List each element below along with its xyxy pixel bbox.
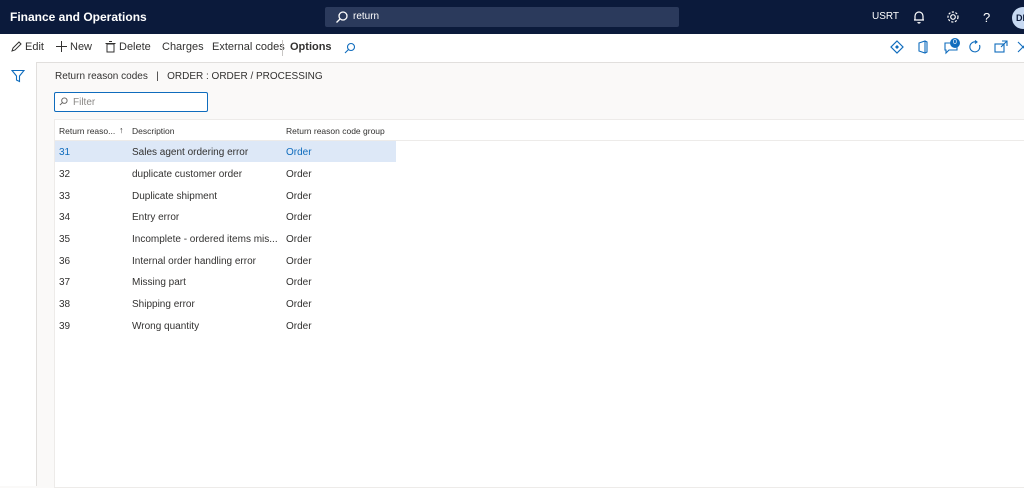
table-row[interactable]: 33 Duplicate shipment Order bbox=[55, 185, 396, 206]
return-reason-code-cell[interactable]: 35 bbox=[59, 234, 70, 245]
group-cell[interactable]: Order bbox=[286, 299, 312, 310]
notification-count-badge: 0 bbox=[950, 38, 960, 48]
table-row[interactable]: 31 Sales agent ordering error Order bbox=[55, 141, 396, 162]
bell-icon[interactable] bbox=[911, 9, 927, 25]
return-reason-codes-grid: Return reaso... ↑ Description Return rea… bbox=[54, 119, 1024, 488]
table-row[interactable]: 36 Internal order handling error Order bbox=[55, 250, 396, 271]
table-row[interactable]: 38 Shipping error Order bbox=[55, 293, 396, 314]
description-cell[interactable]: Wrong quantity bbox=[132, 321, 282, 332]
return-reason-code-cell[interactable]: 32 bbox=[59, 169, 70, 180]
trash-icon bbox=[105, 41, 116, 53]
description-cell[interactable]: duplicate customer order bbox=[132, 169, 282, 180]
pencil-icon bbox=[11, 41, 22, 52]
description-cell[interactable]: Incomplete - ordered items mis... bbox=[132, 234, 282, 245]
action-pane: Edit New Delete Charges External codes O… bbox=[0, 34, 1024, 63]
filter-input[interactable] bbox=[71, 94, 205, 110]
left-filter-rail bbox=[0, 62, 37, 486]
group-cell[interactable]: Order bbox=[286, 234, 312, 245]
edit-label: Edit bbox=[25, 41, 44, 53]
sort-ascending-icon[interactable]: ↑ bbox=[119, 125, 124, 135]
column-header-return-reason-code[interactable]: Return reaso... bbox=[59, 126, 115, 136]
group-cell[interactable]: Order bbox=[286, 212, 312, 223]
table-row[interactable]: 32 duplicate customer order Order bbox=[55, 163, 396, 184]
group-cell[interactable]: Order bbox=[286, 277, 312, 288]
comments-button[interactable]: 0 bbox=[944, 38, 962, 56]
delete-label: Delete bbox=[119, 41, 151, 53]
gear-icon[interactable] bbox=[945, 9, 961, 25]
table-row[interactable]: 35 Incomplete - ordered items mis... Ord… bbox=[55, 228, 396, 249]
close-icon[interactable] bbox=[1016, 40, 1024, 54]
top-navigation-bar: Finance and Operations return USRT ? DE bbox=[0, 0, 1024, 34]
office-diamond-icon[interactable] bbox=[890, 40, 904, 54]
help-icon[interactable]: ? bbox=[979, 9, 995, 25]
column-header-description[interactable]: Description bbox=[132, 126, 175, 136]
return-reason-code-cell[interactable]: 39 bbox=[59, 321, 70, 332]
global-search[interactable]: return bbox=[325, 7, 679, 27]
plus-icon bbox=[56, 41, 67, 52]
charges-button[interactable]: Charges bbox=[162, 41, 204, 53]
options-tab[interactable]: Options bbox=[290, 41, 332, 53]
grid-filter-field[interactable] bbox=[54, 92, 208, 112]
description-cell[interactable]: Sales agent ordering error bbox=[132, 147, 282, 158]
filter-icon[interactable] bbox=[11, 69, 25, 83]
group-cell[interactable]: Order bbox=[286, 169, 312, 180]
open-new-window-icon[interactable] bbox=[994, 40, 1008, 54]
refresh-icon[interactable] bbox=[968, 40, 982, 54]
description-cell[interactable]: Entry error bbox=[132, 212, 282, 223]
group-cell[interactable]: Order bbox=[286, 256, 312, 267]
return-reason-code-cell[interactable]: 34 bbox=[59, 212, 70, 223]
table-row[interactable]: 34 Entry error Order bbox=[55, 206, 396, 227]
description-cell[interactable]: Missing part bbox=[132, 277, 282, 288]
delete-button[interactable]: Delete bbox=[105, 41, 151, 53]
description-cell[interactable]: Duplicate shipment bbox=[132, 191, 282, 202]
table-row[interactable]: 37 Missing part Order bbox=[55, 271, 396, 292]
group-cell[interactable]: Order bbox=[286, 191, 312, 202]
return-reason-code-cell[interactable]: 31 bbox=[59, 147, 70, 158]
search-icon bbox=[336, 11, 348, 23]
edit-button[interactable]: Edit bbox=[10, 41, 44, 53]
return-reason-code-cell[interactable]: 36 bbox=[59, 256, 70, 267]
search-value[interactable]: return bbox=[353, 11, 379, 22]
external-codes-button[interactable]: External codes bbox=[212, 41, 285, 53]
return-reason-code-cell[interactable]: 38 bbox=[59, 299, 70, 310]
new-label: New bbox=[70, 41, 93, 53]
group-cell[interactable]: Order bbox=[286, 321, 312, 332]
grid-header: Return reaso... ↑ Description Return rea… bbox=[55, 120, 1024, 141]
search-actions-icon[interactable] bbox=[344, 42, 356, 54]
svg-text:?: ? bbox=[983, 10, 990, 25]
group-cell[interactable]: Order bbox=[286, 147, 312, 158]
description-cell[interactable]: Internal order handling error bbox=[132, 256, 282, 267]
search-icon bbox=[59, 97, 68, 106]
breadcrumb: Return reason codes | ORDER : ORDER / PR… bbox=[55, 71, 323, 82]
action-divider bbox=[282, 40, 283, 56]
table-row[interactable]: 39 Wrong quantity Order bbox=[55, 315, 396, 336]
return-reason-code-cell[interactable]: 37 bbox=[59, 277, 70, 288]
app-title[interactable]: Finance and Operations bbox=[10, 10, 147, 24]
new-button[interactable]: New bbox=[56, 41, 92, 53]
column-header-return-reason-code-group[interactable]: Return reason code group bbox=[286, 126, 385, 136]
description-cell[interactable]: Shipping error bbox=[132, 299, 282, 310]
return-reason-code-cell[interactable]: 33 bbox=[59, 191, 70, 202]
office-icon[interactable] bbox=[916, 40, 930, 54]
avatar[interactable]: DE bbox=[1012, 7, 1024, 29]
company-picker[interactable]: USRT bbox=[872, 11, 899, 22]
